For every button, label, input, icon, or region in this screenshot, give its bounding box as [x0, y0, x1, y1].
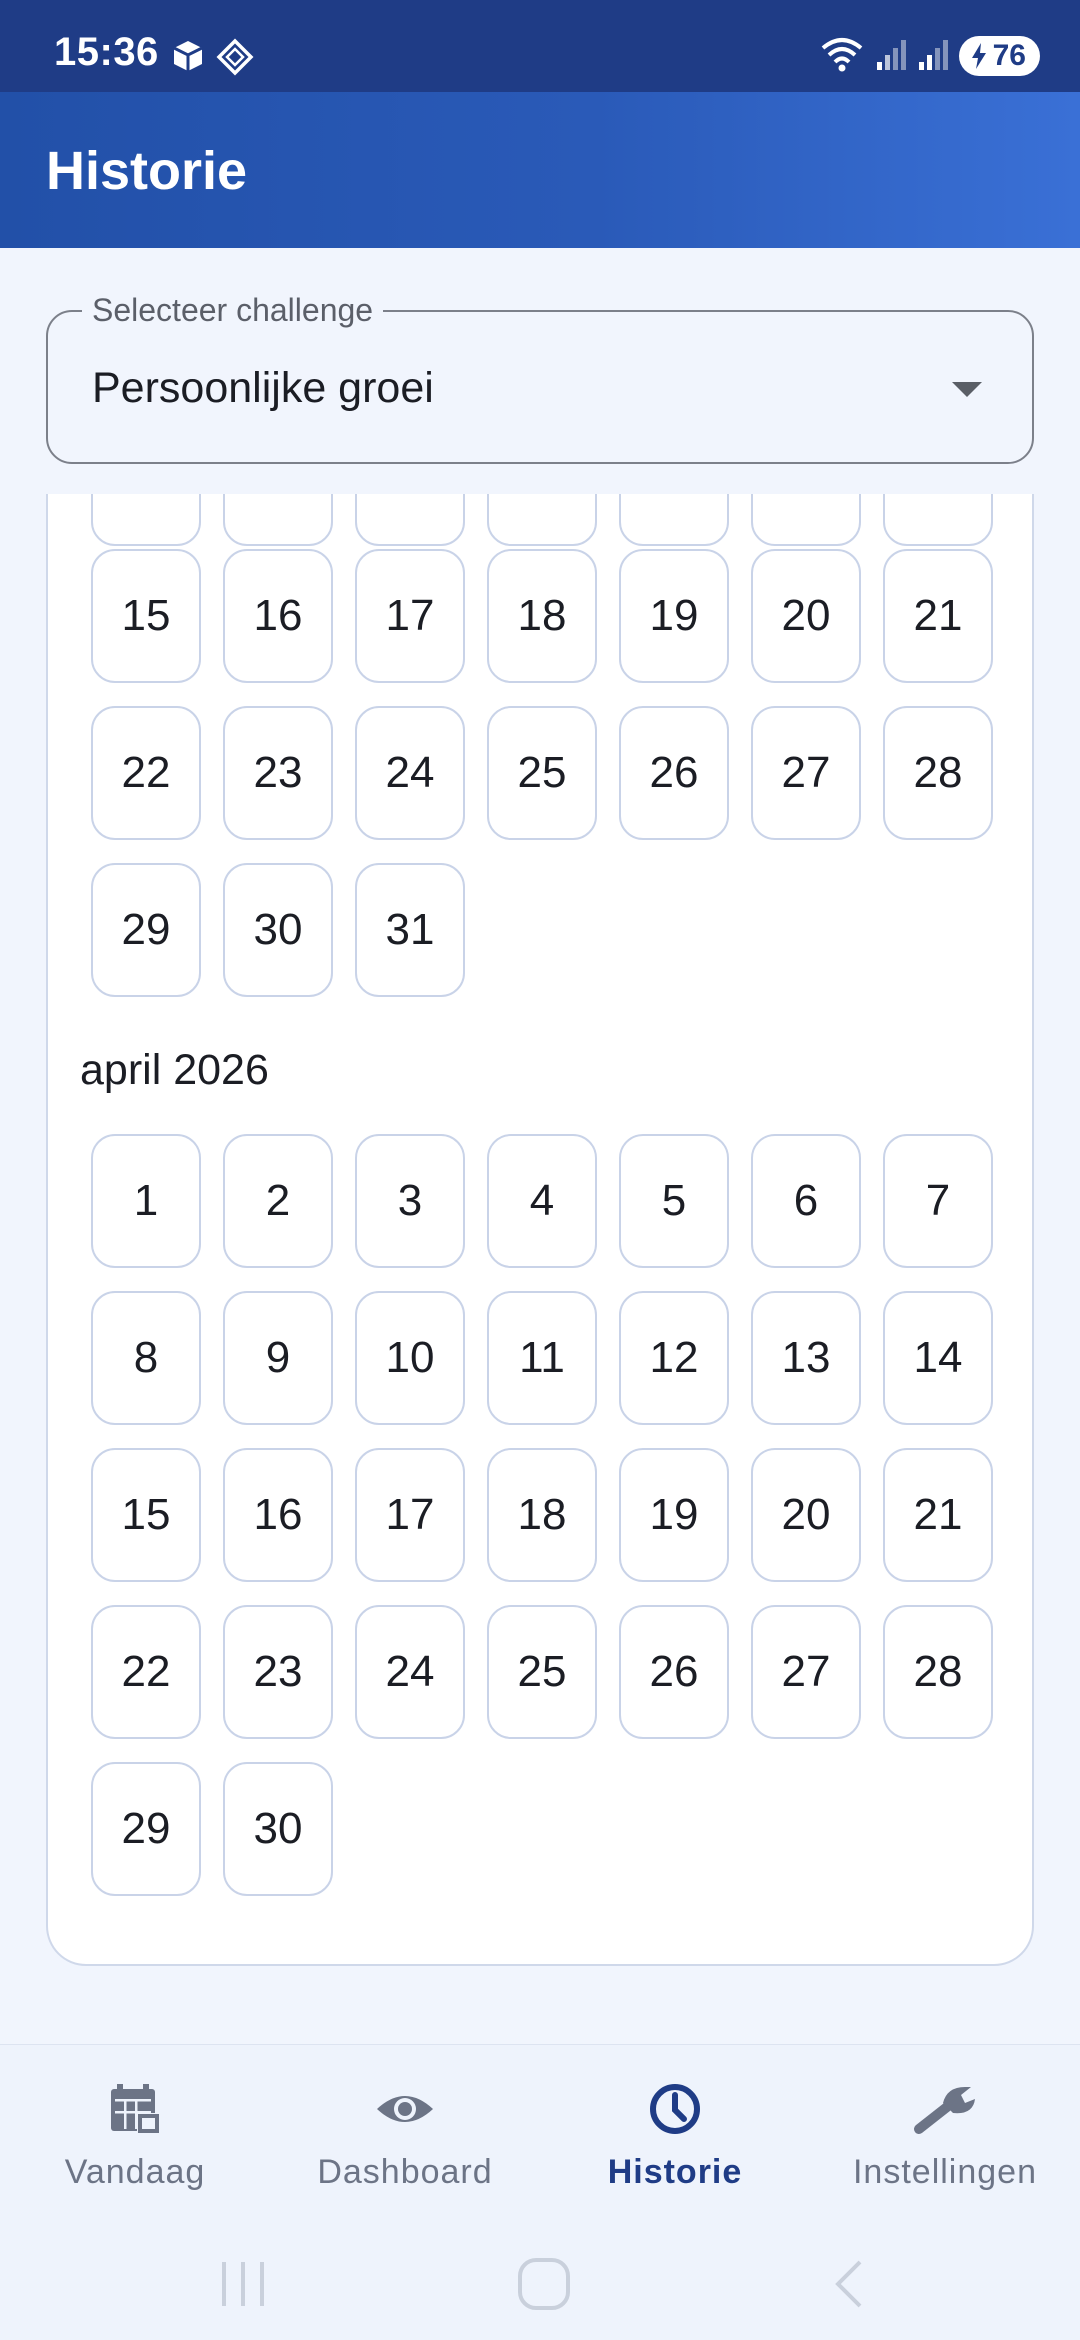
calendar-day[interactable]: 27 — [751, 1605, 861, 1739]
nav-item-instellingen[interactable]: Instellingen — [810, 2045, 1080, 2237]
calendar-day[interactable] — [487, 494, 597, 546]
calendar-day[interactable]: 6 — [751, 1134, 861, 1268]
wifi-icon — [819, 35, 865, 78]
calendar-day[interactable]: 26 — [619, 1605, 729, 1739]
calendar-day[interactable]: 17 — [355, 1448, 465, 1582]
calendar-day[interactable]: 23 — [223, 706, 333, 840]
calendar-day[interactable]: 27 — [751, 706, 861, 840]
calendar-day[interactable]: 22 — [91, 1605, 201, 1739]
calendar-day[interactable]: 4 — [487, 1134, 597, 1268]
calendar-day[interactable]: 12 — [619, 1291, 729, 1425]
calendar-day[interactable]: 18 — [487, 1448, 597, 1582]
calendar-day[interactable]: 24 — [355, 706, 465, 840]
calendar-day[interactable] — [223, 494, 333, 546]
challenge-select-label: Selecteer challenge — [82, 292, 384, 329]
calendar-day[interactable]: 5 — [619, 1134, 729, 1268]
battery-level: 76 — [992, 39, 1026, 72]
app-bar: Historie — [0, 92, 1080, 248]
calendar-day[interactable]: 8 — [91, 1291, 201, 1425]
home-icon[interactable] — [516, 2256, 572, 2317]
calendar-day[interactable]: 16 — [223, 1448, 333, 1582]
calendar-day[interactable]: 7 — [883, 1134, 993, 1268]
calendar-day[interactable]: 13 — [751, 1291, 861, 1425]
nav-item-historie[interactable]: Historie — [540, 2045, 810, 2237]
calendar-day[interactable]: 20 — [751, 1448, 861, 1582]
calendar-day[interactable]: 28 — [883, 706, 993, 840]
calendar-day[interactable]: 14 — [883, 1291, 993, 1425]
status-bar: 15:36 76 — [0, 0, 1080, 92]
calendar-day[interactable]: 30 — [223, 863, 333, 997]
wrench-icon — [913, 2079, 977, 2139]
calendar-day[interactable]: 1 — [91, 1134, 201, 1268]
nav-item-vandaag[interactable]: Vandaag — [0, 2045, 270, 2237]
nav-label-instellingen: Instellingen — [852, 2153, 1037, 2191]
bottom-nav: Vandaag Dashboard Historie Instellingen — [0, 2044, 1080, 2236]
calendar-day[interactable]: 10 — [355, 1291, 465, 1425]
calendar-day[interactable]: 29 — [91, 1762, 201, 1896]
battery-icon: 76 — [958, 36, 1040, 76]
calendar-day[interactable]: 19 — [619, 1448, 729, 1582]
clock-icon — [647, 2079, 703, 2139]
cube-icon — [168, 36, 208, 81]
challenge-select[interactable]: Selecteer challenge Persoonlijke groei — [46, 292, 1034, 464]
calendar-day[interactable] — [91, 494, 201, 546]
calendar-day[interactable] — [883, 494, 993, 546]
calendar-day[interactable]: 24 — [355, 1605, 465, 1739]
calendar-day[interactable]: 11 — [487, 1291, 597, 1425]
calendar-day[interactable] — [751, 494, 861, 546]
calendar-day[interactable] — [619, 494, 729, 546]
calendar-day[interactable]: 28 — [883, 1605, 993, 1739]
calendar-day[interactable]: 15 — [91, 549, 201, 683]
calendar-icon — [107, 2079, 163, 2139]
calendar-day[interactable]: 19 — [619, 549, 729, 683]
nav-item-dashboard[interactable]: Dashboard — [270, 2045, 540, 2237]
page-title: Historie — [46, 141, 248, 201]
calendar-day[interactable]: 20 — [751, 549, 861, 683]
calendar-day[interactable]: 26 — [619, 706, 729, 840]
calendar-day[interactable]: 18 — [487, 549, 597, 683]
calendar-day[interactable]: 30 — [223, 1762, 333, 1896]
calendar-day[interactable]: 16 — [223, 549, 333, 683]
calendar-day[interactable]: 2 — [223, 1134, 333, 1268]
signal-icon — [917, 36, 949, 77]
chevron-down-icon[interactable] — [952, 382, 982, 397]
calendar-day[interactable] — [355, 494, 465, 546]
challenge-select-value: Persoonlijke groei — [92, 364, 434, 412]
calendar-day[interactable]: 31 — [355, 863, 465, 997]
month-label-april: april 2026 — [80, 1046, 269, 1094]
status-time: 15:36 — [54, 30, 159, 74]
nav-label-dashboard: Dashboard — [317, 2153, 493, 2191]
recent-apps-icon[interactable] — [218, 2256, 268, 2317]
calendar-day[interactable]: 23 — [223, 1605, 333, 1739]
calendar-day[interactable]: 15 — [91, 1448, 201, 1582]
system-nav-bar — [0, 2236, 1080, 2340]
nav-label-historie: Historie — [607, 2153, 743, 2191]
calendar-day[interactable]: 25 — [487, 706, 597, 840]
calendar-day[interactable]: 25 — [487, 1605, 597, 1739]
eye-icon — [375, 2079, 435, 2139]
calendar-day[interactable]: 9 — [223, 1291, 333, 1425]
back-icon[interactable] — [828, 2256, 868, 2317]
calendar-card: 15 16 17 18 19 20 21 22 23 24 25 26 27 28 29 30 31 april… — [46, 494, 1034, 1966]
calendar-day[interactable]: 21 — [883, 1448, 993, 1582]
diamond-icon — [216, 38, 254, 81]
calendar-day[interactable]: 22 — [91, 706, 201, 840]
calendar-day[interactable]: 3 — [355, 1134, 465, 1268]
calendar-day[interactable]: 21 — [883, 549, 993, 683]
nav-label-vandaag: Vandaag — [64, 2153, 206, 2191]
calendar-day[interactable]: 17 — [355, 549, 465, 683]
calendar-day[interactable]: 29 — [91, 863, 201, 997]
signal-icon — [875, 36, 907, 77]
